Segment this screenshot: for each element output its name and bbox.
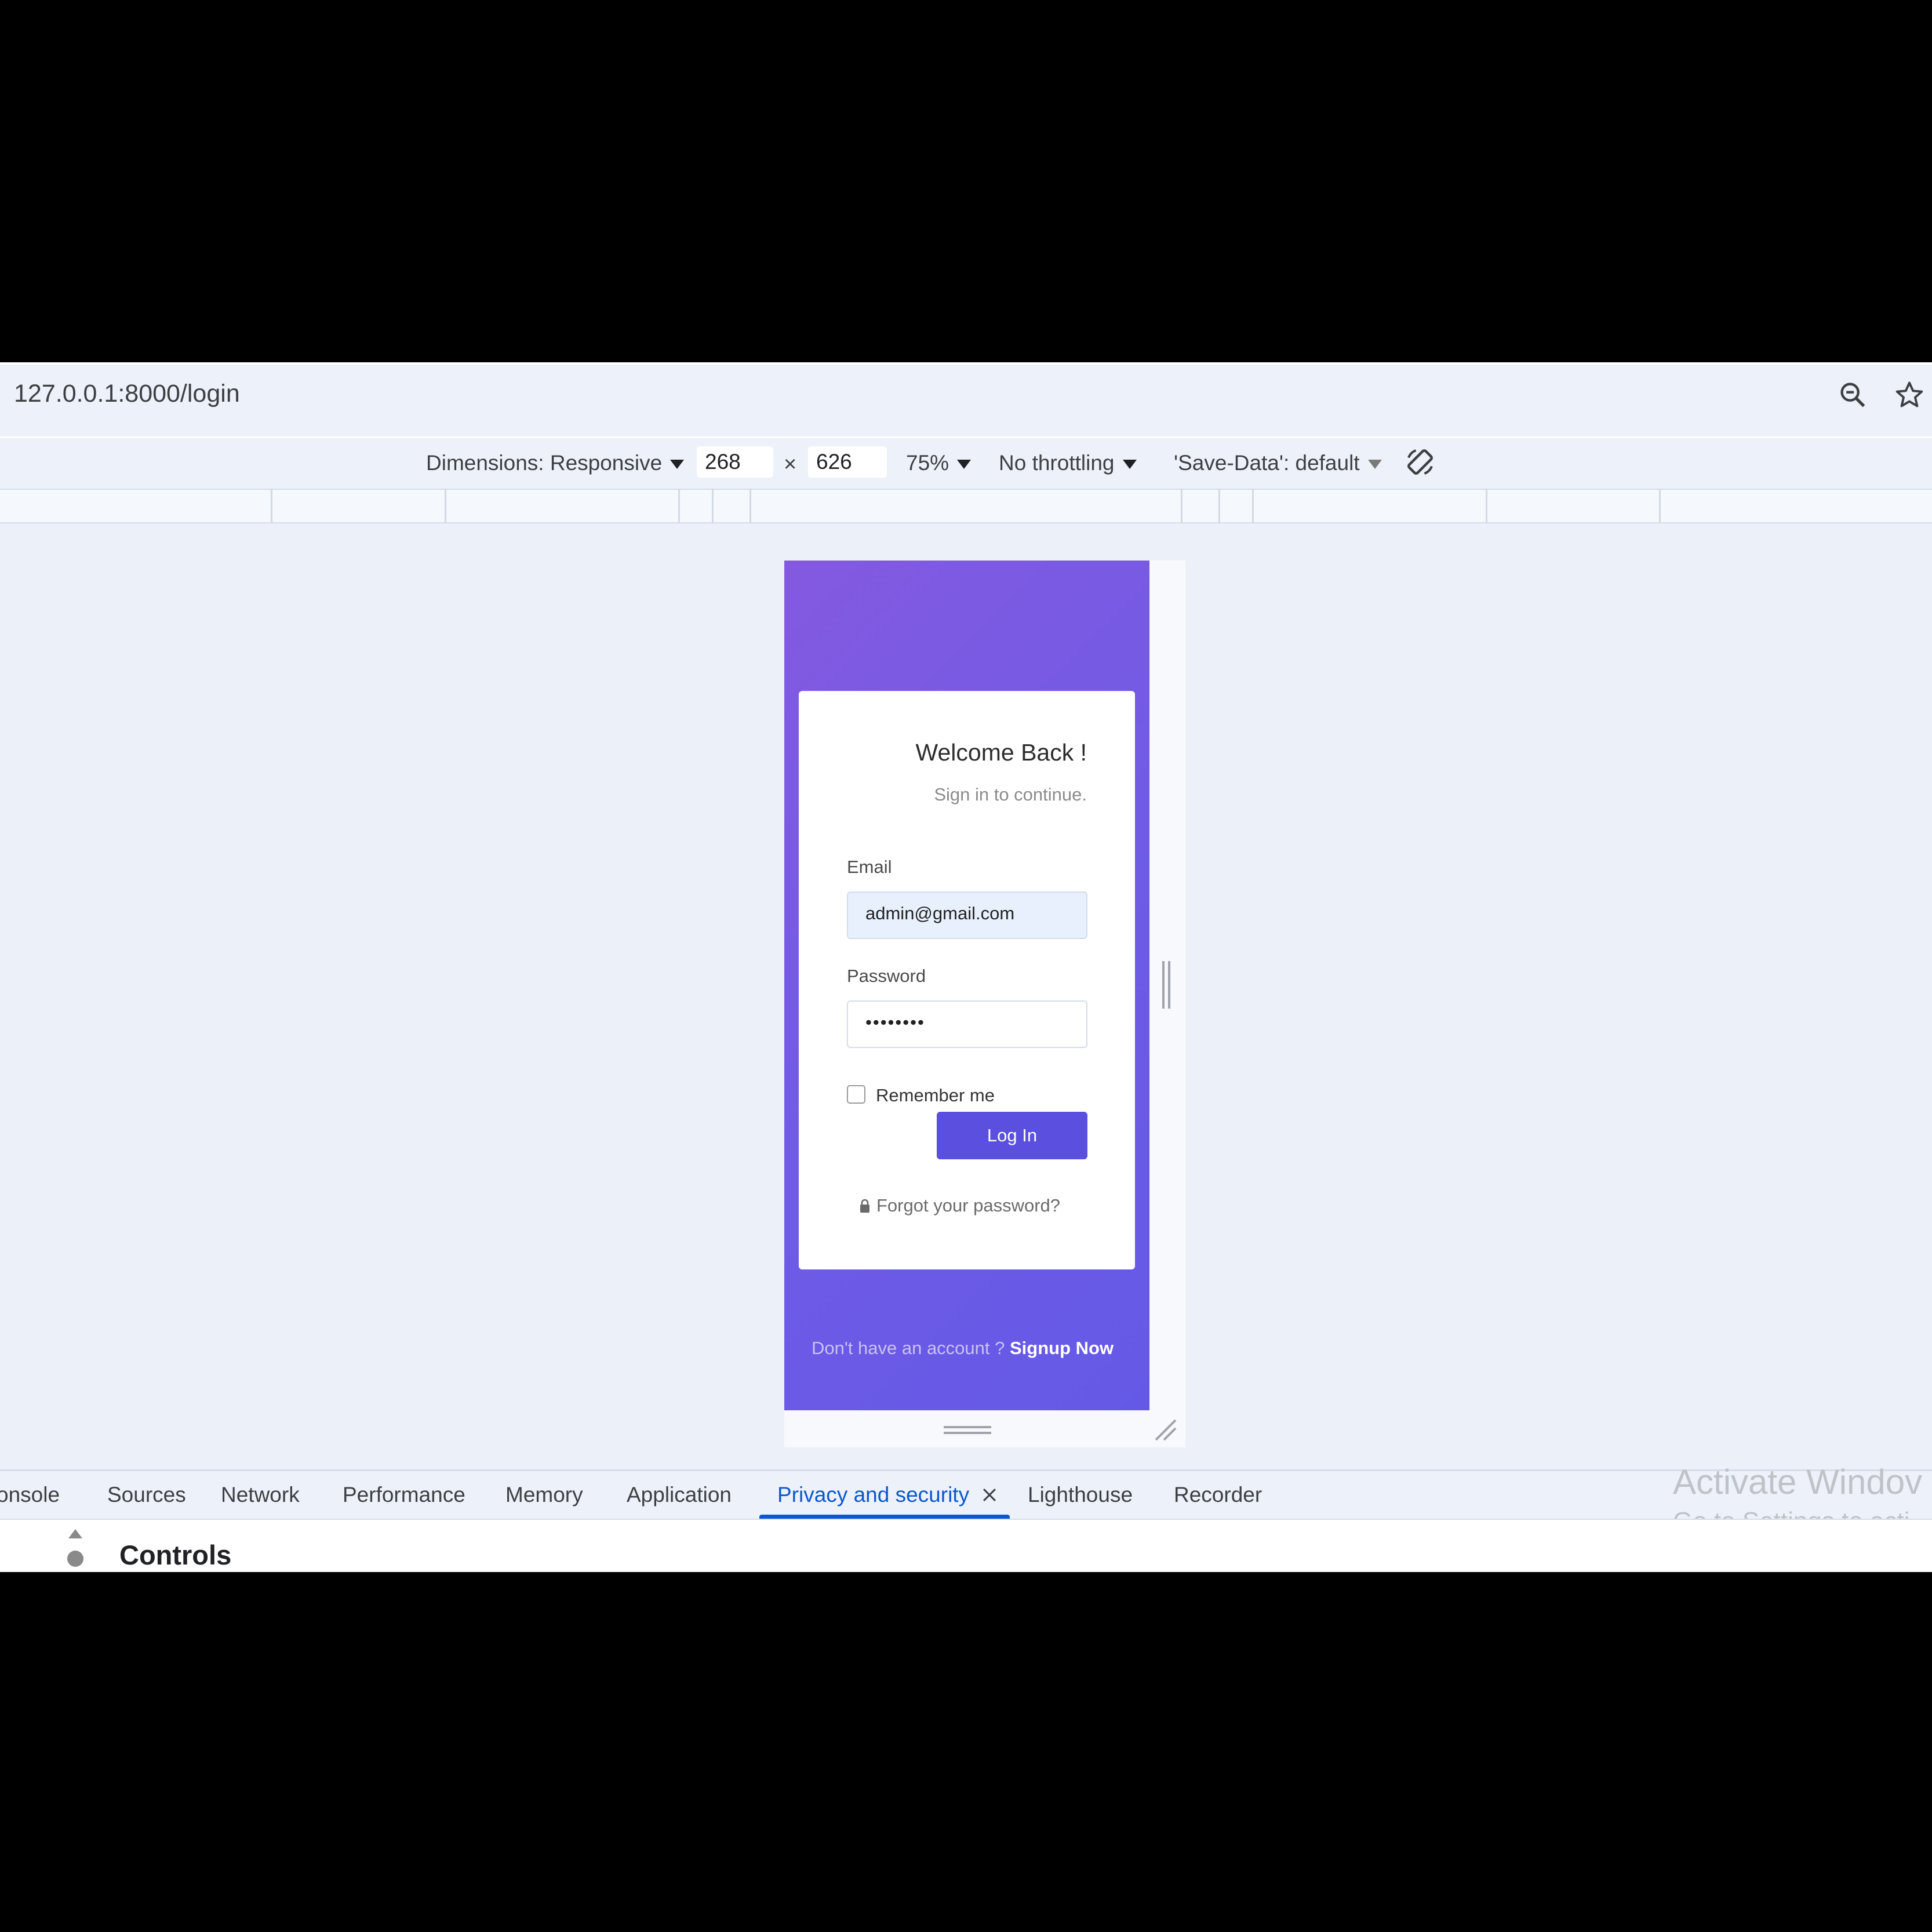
ruler-tick [1218,489,1220,523]
scroll-up-icon[interactable] [67,1528,83,1540]
ruler-tick [678,489,680,523]
ruler-tick [1486,489,1487,523]
tab-recorder[interactable]: Recorder [1174,1483,1262,1507]
tab-performance[interactable]: Performance [343,1483,465,1507]
height-input[interactable]: 626 [808,446,887,478]
media-query-ruler[interactable] [0,489,1932,523]
dropdown-arrow-icon [1122,460,1137,470]
signup-prefix: Don't have an account ? [812,1338,1005,1358]
dropdown-arrow-icon [670,460,685,470]
tab-sources[interactable]: Sources [107,1483,186,1507]
star-icon[interactable] [1894,380,1924,410]
password-label: Password [847,966,926,986]
signup-row: Don't have an account ? Signup Now [812,1338,1114,1359]
tab-network[interactable]: Network [221,1483,300,1507]
forgot-password-text: Forgot your password? [876,1195,1061,1216]
dropdown-arrow-icon [1367,460,1382,470]
width-input[interactable]: 268 [697,446,773,478]
tab-memory[interactable]: Memory [505,1483,583,1507]
lock-icon [860,1199,869,1213]
ruler-tick [445,489,446,523]
ruler-tick [1659,489,1661,523]
resize-corner-icon[interactable] [1154,1418,1178,1442]
remember-me-label[interactable]: Remember me [876,1085,995,1106]
email-input[interactable]: admin@gmail.com [847,892,1087,939]
resize-handle-icon[interactable] [944,1425,991,1436]
email-label: Email [847,857,892,877]
welcome-subtitle: Sign in to continue. [934,784,1087,805]
ruler-tick [271,489,272,523]
url-text[interactable]: 127.0.0.1:8000/login [14,380,240,408]
ruler-tick [749,489,751,523]
activate-windows-title: Activate Windov [1673,1462,1923,1501]
address-bar[interactable] [0,362,1932,436]
save-data-label: 'Save-Data': default [1174,451,1360,475]
resize-handle-icon[interactable] [1161,961,1171,1009]
save-data-dropdown[interactable]: 'Save-Data': default [1174,451,1382,475]
zoom-out-icon[interactable] [1838,380,1868,410]
ruler-tick [712,489,714,523]
devtools-panel [0,1519,1932,1572]
password-input[interactable]: •••••••• [847,1000,1087,1048]
active-tab-indicator [759,1515,1010,1519]
dimension-separator: × [784,452,797,476]
throttling-dropdown[interactable]: No throttling [999,451,1137,475]
zoom-dropdown[interactable]: 75% [906,451,972,475]
zoom-label: 75% [906,451,949,475]
dimensions-label: Dimensions: Responsive [426,451,663,475]
panel-title: Controls [119,1540,232,1570]
tab-console[interactable]: onsole [0,1483,60,1507]
login-button[interactable]: Log In [937,1112,1087,1159]
forgot-password-link[interactable]: Forgot your password? [859,1195,1060,1216]
ruler-tick [1252,489,1254,523]
scrollbar-thumb[interactable] [67,1551,83,1567]
tab-privacy-and-security[interactable]: Privacy and security [777,1483,969,1507]
rotate-icon[interactable] [1403,445,1438,479]
signup-link[interactable]: Signup Now [1010,1338,1114,1358]
tab-application[interactable]: Application [627,1483,732,1507]
ruler-tick [1181,489,1183,523]
tab-lighthouse[interactable]: Lighthouse [1028,1483,1133,1507]
throttling-label: No throttling [999,451,1115,475]
close-icon[interactable] [980,1485,999,1505]
remember-me-checkbox[interactable] [847,1085,865,1104]
dimensions-dropdown[interactable]: Dimensions: Responsive [426,451,685,475]
welcome-title: Welcome Back ! [915,739,1087,766]
dropdown-arrow-icon [957,460,972,470]
login-button-label: Log In [987,1125,1038,1145]
